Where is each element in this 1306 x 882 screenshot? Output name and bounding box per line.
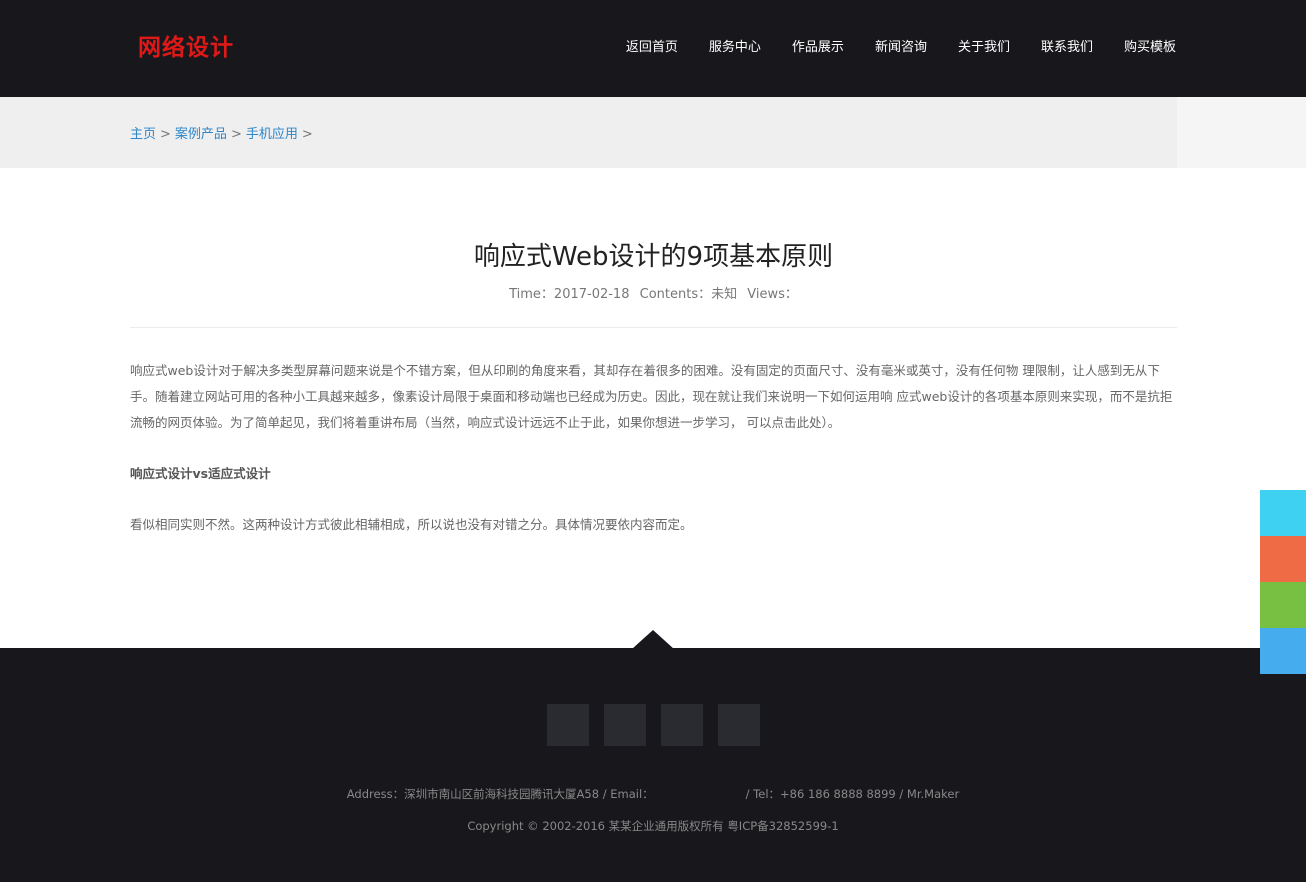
- breadcrumb-products[interactable]: 案例产品: [175, 127, 227, 142]
- back-to-top-notch[interactable]: [632, 630, 674, 649]
- side-button-4[interactable]: [1260, 628, 1306, 674]
- nav-home[interactable]: 返回首页: [626, 39, 678, 57]
- footer-address: Address：深圳市南山区前海科技园腾讯大厦A58 / Email：: [346, 787, 654, 801]
- footer-copyright: Copyright © 2002-2016 某某企业通用版权所有 粤ICP备32…: [467, 819, 839, 833]
- article-title: 响应式Web设计的9项基本原则: [473, 242, 834, 272]
- article-views: Views：: [747, 287, 798, 302]
- site-header: 网络设计 返回首页 服务中心 作品展示 新闻咨询 关于我们 联系我们 购买模板: [0, 0, 1306, 97]
- site-logo[interactable]: 网络设计: [138, 28, 234, 62]
- side-button-1[interactable]: [1260, 490, 1306, 536]
- nav-contact[interactable]: 联系我们: [1041, 39, 1093, 57]
- footer-tel: / Tel：+86 186 8888 8899 / Mr.Maker: [745, 787, 960, 801]
- nav-about[interactable]: 关于我们: [958, 39, 1010, 57]
- nav-news[interactable]: 新闻咨询: [875, 39, 927, 57]
- divider: [130, 327, 1177, 328]
- breadcrumb: 主页 > 案例产品 > 手机应用 >: [130, 123, 317, 142]
- social-icon[interactable]: [604, 704, 646, 746]
- side-button-2[interactable]: [1260, 536, 1306, 582]
- article-paragraph: 看似相同实则不然。这两种设计方式彼此相辅相成，所以说也没有对错之分。具体情况要依…: [130, 517, 693, 532]
- breadcrumb-home[interactable]: 主页: [130, 127, 156, 142]
- nav-works[interactable]: 作品展示: [792, 39, 844, 57]
- social-icon[interactable]: [718, 704, 760, 746]
- nav-services[interactable]: 服务中心: [709, 39, 761, 57]
- social-icon[interactable]: [547, 704, 589, 746]
- breadcrumb-separator: >: [230, 127, 242, 142]
- main-nav: 返回首页 服务中心 作品展示 新闻咨询 关于我们 联系我们 购买模板: [626, 39, 1176, 57]
- breadcrumb-separator: >: [301, 127, 313, 142]
- article-paragraph: 响应式web设计对于解决多类型屏幕问题来说是个不错方案，但从印刷的角度来看，其却…: [130, 363, 1173, 430]
- article-subheading: 响应式设计vs适应式设计: [130, 466, 271, 481]
- nav-buy-template[interactable]: 购买模板: [1124, 39, 1176, 57]
- social-links: [547, 704, 760, 746]
- breadcrumb-band: 主页 > 案例产品 > 手机应用 >: [0, 97, 1306, 168]
- article-time: Time：2017-02-18: [509, 287, 630, 302]
- side-button-3[interactable]: [1260, 582, 1306, 628]
- article-contents: Contents：未知: [639, 287, 738, 302]
- site-footer: [0, 648, 1306, 882]
- breadcrumb-mobile-apps[interactable]: 手机应用: [246, 127, 298, 142]
- breadcrumb-separator: >: [160, 127, 171, 142]
- footer-contact: Address：深圳市南山区前海科技园腾讯大厦A58 / Email： / Tel…: [0, 786, 1306, 802]
- article-meta: Time：2017-02-18 Contents：未知 Views：: [130, 283, 1177, 302]
- article-body: 响应式web设计对于解决多类型屏幕问题来说是个不错方案，但从印刷的角度来看，其却…: [130, 358, 1177, 563]
- social-icon[interactable]: [661, 704, 703, 746]
- side-float-buttons: [1260, 490, 1306, 674]
